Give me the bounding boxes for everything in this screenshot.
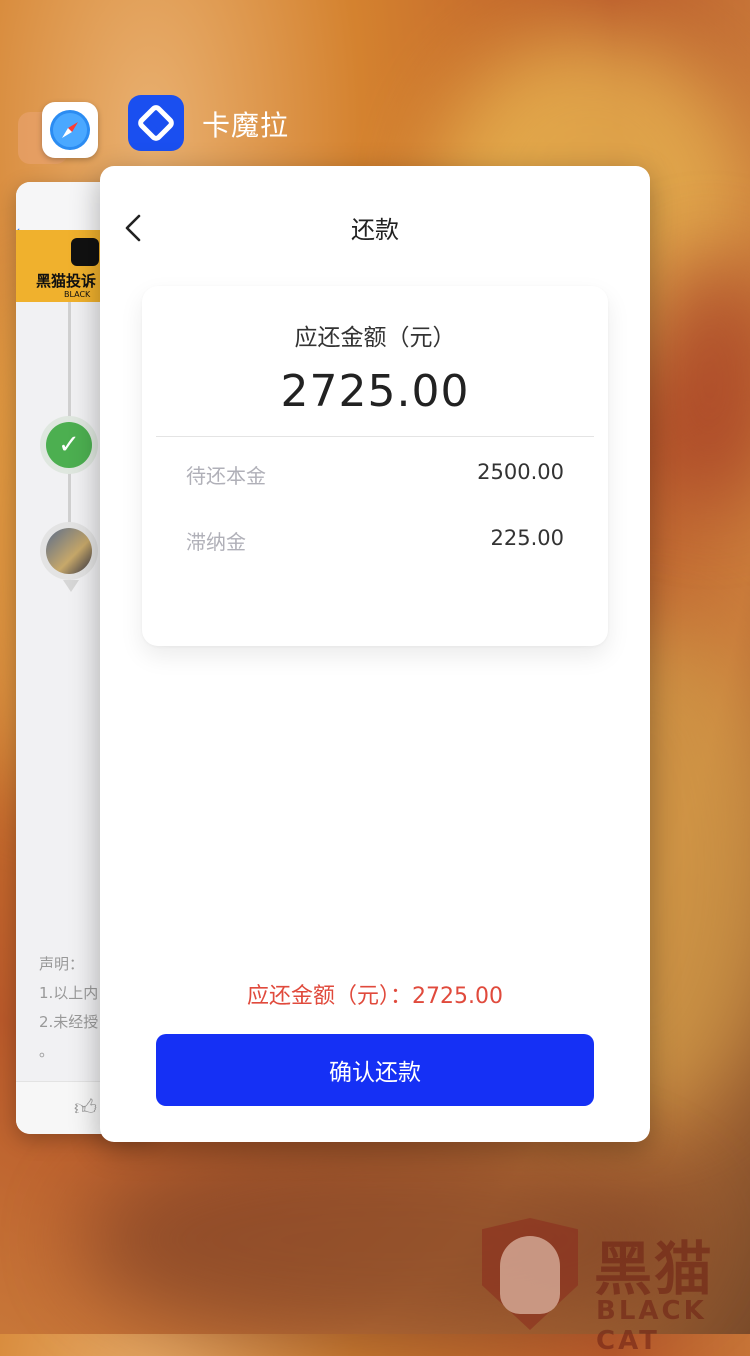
statement-line: 2.未经授 [39, 1013, 99, 1031]
avatar [46, 528, 92, 574]
watermark-text-cn: 黑猫 [594, 1235, 715, 1303]
pin-tip [63, 580, 79, 592]
confirm-repayment-button[interactable]: 确认还款 [156, 1034, 594, 1106]
app-name: 卡魔拉 [202, 109, 290, 142]
due-amount-summary: 应还金额（元）：2725.00 [247, 984, 503, 1009]
principal-row: 待还本金 2500.00 [186, 460, 564, 494]
repayment-summary-card: 应还金额（元） 2725.00 待还本金 2500.00 滞纳金 225.00 [142, 286, 608, 646]
statement-line: 1.以上内 [39, 984, 99, 1002]
blackcat-logo-icon [71, 238, 99, 266]
nav-bar: 还款 [100, 166, 650, 286]
safari-icon[interactable] [42, 102, 98, 158]
late-fee-label: 滞纳金 [186, 530, 246, 554]
statement-text: 声明： 1.以上内 2.未经授 。 [39, 950, 98, 1066]
check-icon: ✓ [46, 422, 92, 468]
due-amount-value: 2725.00 [280, 366, 470, 417]
app-card[interactable]: 还款 应还金额（元） 2725.00 待还本金 2500.00 滞纳金 225.… [100, 166, 650, 1142]
principal-label: 待还本金 [186, 464, 266, 488]
banner-text: 黑猫投诉 [36, 272, 97, 290]
due-amount-label: 应还金额（元） [294, 325, 456, 351]
cat-silhouette-icon [500, 1236, 560, 1314]
statement-line: 。 [39, 1042, 55, 1060]
statement-line: 声明： [39, 955, 85, 973]
divider [156, 436, 594, 437]
late-fee-value: 225.00 [490, 526, 564, 550]
late-fee-row: 滞纳金 225.00 [186, 526, 564, 560]
page-title: 还款 [351, 216, 399, 244]
principal-value: 2500.00 [477, 460, 564, 484]
kamola-logo-icon[interactable] [128, 95, 184, 151]
banner-sub: BLACK [64, 290, 91, 299]
watermark-text-en: BLACK CAT [596, 1296, 707, 1356]
thumbs-up-icon[interactable]: 👍︎ [74, 1094, 97, 1121]
